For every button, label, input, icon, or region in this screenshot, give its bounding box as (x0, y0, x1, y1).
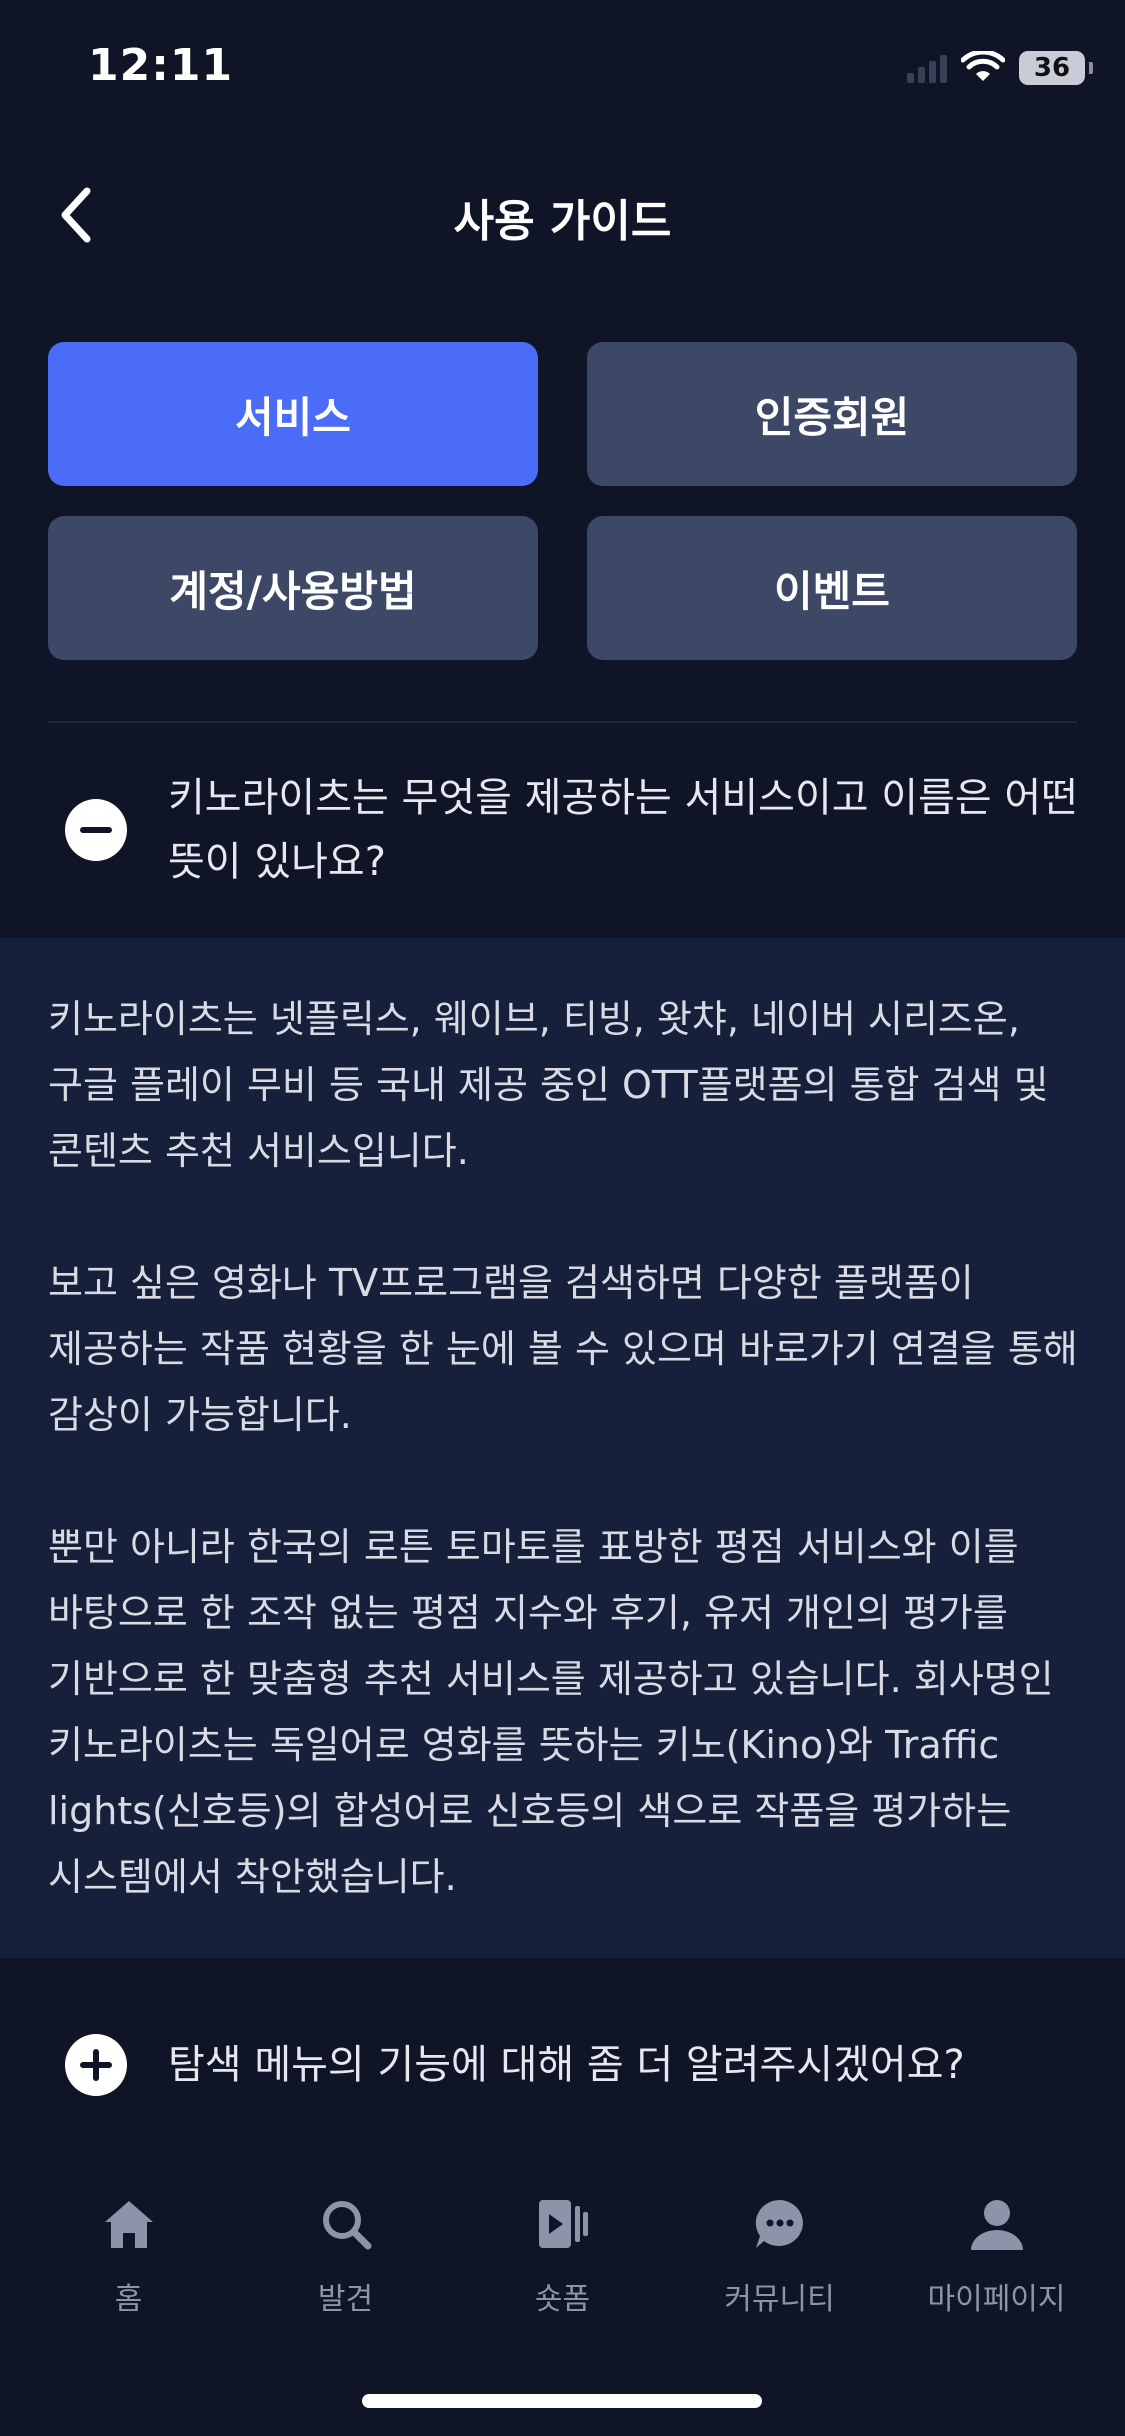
battery-icon: 36 (1019, 51, 1093, 85)
nav-item-shortform[interactable]: 숏폼 (463, 2170, 663, 2350)
home-icon (97, 2192, 161, 2256)
nav-item-mypage[interactable]: 마이페이지 (897, 2170, 1097, 2350)
answer-paragraph: 뿐만 아니라 한국의 로튼 토마토를 표방한 평점 서비스와 이를 바탕으로 한… (48, 1525, 1054, 1899)
nav-label: 숏폼 (534, 2282, 591, 2317)
header: 사용 가이드 (0, 165, 1125, 265)
nav-label: 발견 (317, 2282, 374, 2317)
nav-label: 마이페이지 (927, 2282, 1066, 2317)
nav-label: 커뮤니티 (724, 2282, 835, 2317)
divider (48, 721, 1077, 723)
faq-question-text: 키노라이츠는 무엇을 제공하는 서비스이고 이름은 어떤 뜻이 있나요? (168, 775, 1078, 885)
status-time: 12:11 (88, 40, 234, 91)
tab-service[interactable]: 서비스 (48, 342, 538, 486)
status-bar: 12:11 36 (0, 0, 1125, 140)
tab-account-usage[interactable]: 계정/사용방법 (48, 516, 538, 660)
tab-verified-member[interactable]: 인증회원 (587, 342, 1077, 486)
bottom-nav: 홈 발견 숏폼 커뮤니티 마이페이지 (0, 2170, 1125, 2350)
cellular-signal-icon (907, 53, 947, 83)
faq-question-2[interactable]: 탐색 메뉴의 기능에 대해 좀 더 알려주시겠어요? (0, 2020, 1125, 2110)
nav-item-home[interactable]: 홈 (29, 2170, 229, 2350)
faq-question-1[interactable]: 키노라이츠는 무엇을 제공하는 서비스이고 이름은 어떤 뜻이 있나요? (0, 755, 1125, 905)
nav-item-discover[interactable]: 발견 (246, 2170, 446, 2350)
plus-circle-icon (65, 2034, 127, 2096)
faq-question-text: 탐색 메뉴의 기능에 대해 좀 더 알려주시겠어요? (168, 2042, 965, 2088)
person-icon (965, 2192, 1029, 2256)
page-title: 사용 가이드 (453, 196, 672, 247)
answer-paragraph: 키노라이츠는 넷플릭스, 웨이브, 티빙, 왓챠, 네이버 시리즈온, 구글 플… (48, 997, 1049, 1173)
chat-icon (748, 2192, 812, 2256)
search-icon (314, 2192, 378, 2256)
status-icons: 36 (907, 48, 1093, 88)
shortform-icon (531, 2192, 595, 2256)
answer-paragraph: 보고 싶은 영화나 TV프로그램을 검색하면 다양한 플랫폼이 제공하는 작품 … (48, 1261, 1078, 1437)
nav-label: 홈 (114, 2282, 143, 2317)
home-indicator (362, 2394, 762, 2408)
faq-answer-1: 키노라이츠는 넷플릭스, 웨이브, 티빙, 왓챠, 네이버 시리즈온, 구글 플… (0, 938, 1125, 1958)
tab-event[interactable]: 이벤트 (587, 516, 1077, 660)
nav-item-community[interactable]: 커뮤니티 (680, 2170, 880, 2350)
minus-circle-icon (65, 799, 127, 861)
wifi-icon (961, 51, 1005, 81)
category-tabs: 서비스 인증회원 계정/사용방법 이벤트 (48, 342, 1077, 660)
